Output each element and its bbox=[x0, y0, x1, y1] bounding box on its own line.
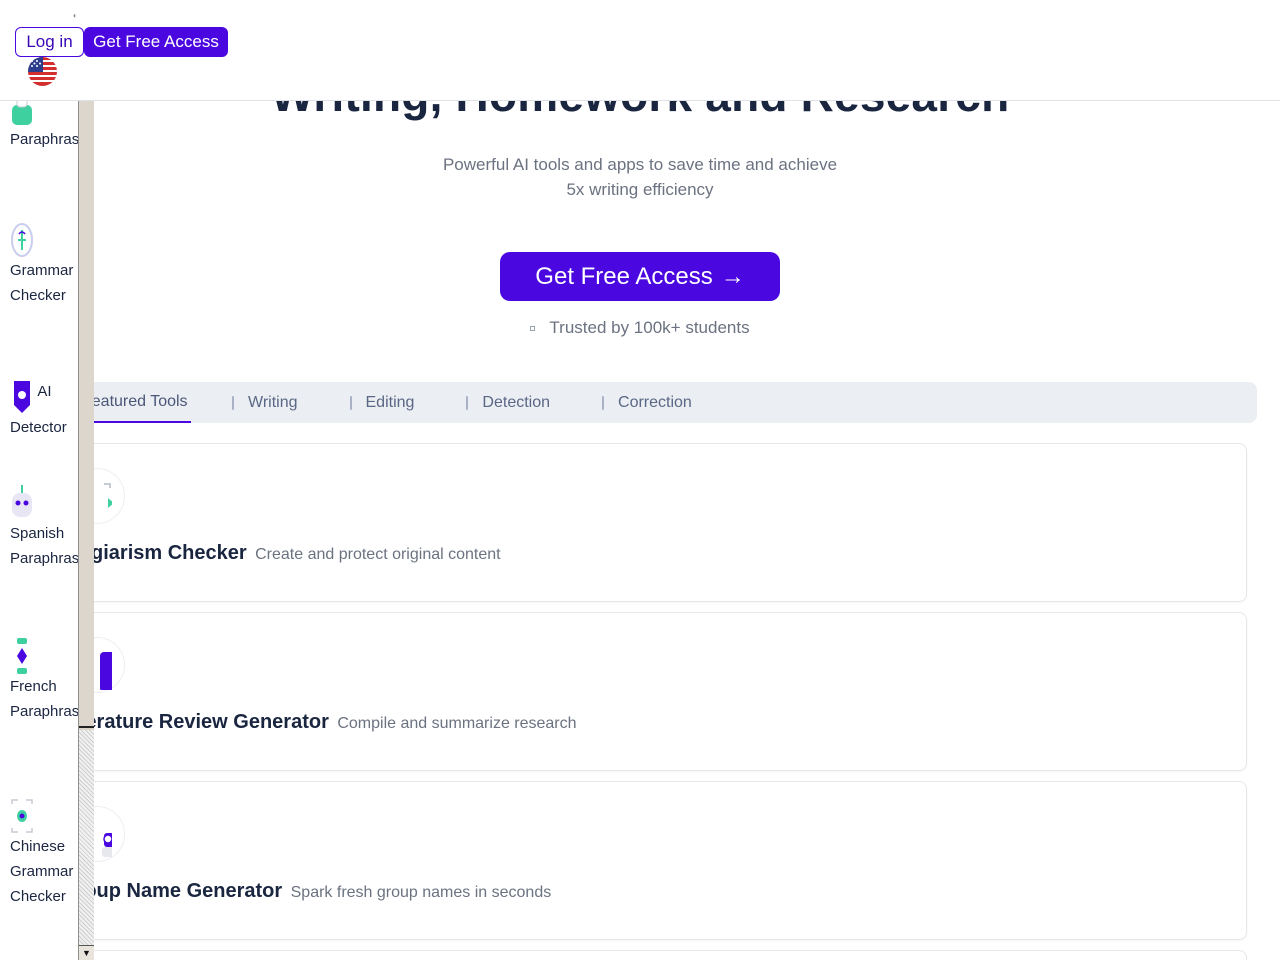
arrow-right-icon: → bbox=[720, 262, 745, 290]
tool-category-tabs: Featured Tools Writing Editing Detection… bbox=[60, 382, 1257, 423]
tool-title: Group Name Generator bbox=[61, 880, 283, 902]
tool-card-plagiarism-checker[interactable]: Plagiarism Checker Create and protect or… bbox=[60, 443, 1247, 602]
sidebar-item-label: Grammar Checker bbox=[10, 262, 74, 304]
avatar-stack-icon bbox=[530, 326, 536, 332]
hero-subtitle: Powerful AI tools and apps to save time … bbox=[400, 152, 880, 202]
chinese-grammar-icon bbox=[11, 799, 33, 833]
tab-label: Detection bbox=[482, 393, 551, 411]
tool-title-row: Plagiarism Checker Create and protect or… bbox=[61, 542, 501, 565]
sidebar-item-label: Chinese Grammar Checker bbox=[10, 838, 74, 905]
sidebar-item-grammar-checker[interactable]: Grammar Checker bbox=[10, 222, 76, 308]
sidebar-item-label: Paraphraser bbox=[10, 131, 80, 148]
sidebar-item-paraphraser[interactable]: Paraphraser bbox=[10, 101, 80, 152]
tab-label: Featured Tools bbox=[82, 392, 188, 410]
tab-label: Correction bbox=[618, 393, 692, 411]
page: Writing, Homework and Research Powerful … bbox=[0, 0, 1280, 960]
tab-detection[interactable]: Detection bbox=[466, 382, 550, 423]
hero-cta-label: Get Free Access bbox=[535, 262, 713, 290]
sidebar-item-label: French Paraphraser bbox=[10, 678, 80, 720]
writing-tab-icon bbox=[232, 395, 234, 410]
sidebar-item-chinese-grammar-checker[interactable]: Chinese Grammar Checker bbox=[10, 798, 76, 909]
scroll-down-arrow-icon[interactable]: ▼ bbox=[79, 945, 94, 960]
trusted-note: Trusted by 100k+ students bbox=[0, 318, 1280, 338]
ai-detector-icon bbox=[14, 381, 30, 413]
sidebar-item-ai-detector[interactable]: AI Detector bbox=[10, 379, 76, 440]
header-get-free-access-button[interactable]: Get Free Access bbox=[84, 27, 228, 57]
sidebar-scrollbar-thumb[interactable] bbox=[79, 101, 94, 728]
tool-description: Create and protect original content bbox=[255, 546, 501, 563]
tool-description: Compile and summarize research bbox=[337, 715, 577, 732]
tool-description: Spark fresh group names in seconds bbox=[290, 884, 552, 901]
tool-card-group-name-generator[interactable]: Group Name Generator Spark fresh group n… bbox=[60, 781, 1247, 940]
detection-tab-icon bbox=[466, 395, 469, 410]
logo-mark-icon: ◖ bbox=[72, 11, 77, 20]
trusted-text: Trusted by 100k+ students bbox=[549, 318, 750, 337]
tab-label: Writing bbox=[248, 393, 298, 411]
tab-editing[interactable]: Editing bbox=[349, 382, 415, 423]
sidebar-scrollbar-track[interactable] bbox=[79, 730, 94, 945]
tool-card-next[interactable] bbox=[60, 950, 1247, 960]
sidebar-item-label: Spanish Paraphraser bbox=[10, 525, 80, 567]
hero-subtitle-line-1: Powerful AI tools and apps to save time … bbox=[442, 155, 838, 174]
tab-label: Editing bbox=[365, 393, 415, 411]
spanish-paraphraser-icon bbox=[12, 485, 32, 517]
us-flag-icon[interactable] bbox=[28, 57, 57, 86]
tool-card-literature-review-generator[interactable]: Literature Review Generator Compile and … bbox=[60, 612, 1247, 771]
sidebar-item-spanish-paraphraser[interactable]: Spanish Paraphraser bbox=[10, 485, 80, 571]
sidebar-scrollbar[interactable]: ▼ bbox=[78, 101, 94, 960]
hero-subtitle-line-2: 5x writing efficiency bbox=[566, 180, 714, 199]
tool-title-row: Group Name Generator Spark fresh group n… bbox=[61, 880, 551, 903]
correction-tab-icon bbox=[602, 395, 605, 410]
tools-sidebar: Paraphraser Grammar Checker AI Detector bbox=[0, 101, 80, 960]
grammar-icon bbox=[11, 223, 33, 257]
tool-title-row: Literature Review Generator Compile and … bbox=[61, 711, 577, 734]
french-paraphraser-icon bbox=[17, 638, 27, 674]
tab-writing[interactable]: Writing bbox=[232, 382, 298, 423]
hero-get-free-access-button[interactable]: Get Free Access → bbox=[500, 252, 780, 301]
paraphraser-icon bbox=[12, 101, 32, 125]
site-header: ◖ Log in Get Free Access bbox=[0, 0, 1280, 101]
tool-title: Literature Review Generator bbox=[61, 711, 329, 733]
sidebar-item-french-paraphraser[interactable]: French Paraphraser bbox=[10, 638, 80, 724]
login-button[interactable]: Log in bbox=[15, 27, 84, 57]
editing-tab-icon bbox=[349, 395, 352, 410]
tab-correction[interactable]: Correction bbox=[602, 382, 692, 423]
